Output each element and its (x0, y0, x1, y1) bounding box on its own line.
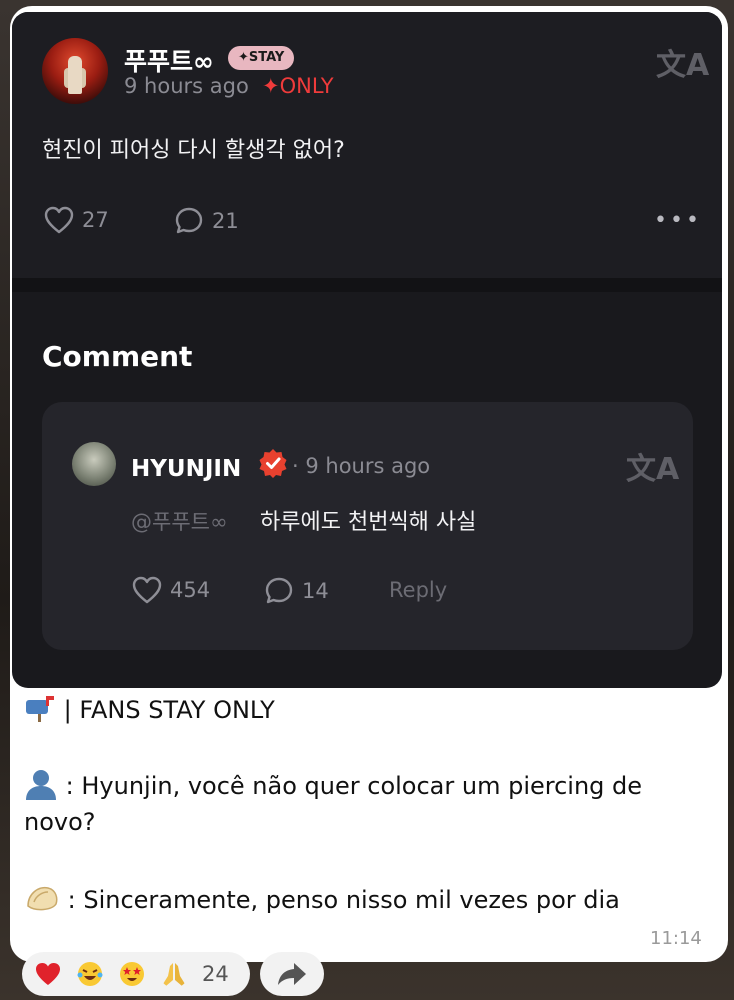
comment-card: HYUNJIN · 9 hours ago 文A @푸푸트∞ 하루에도 천번씩해… (42, 402, 693, 650)
heart-emoji-icon[interactable] (34, 960, 62, 988)
only-label: ✦ONLY (262, 74, 334, 98)
caption-line-1: | FANS STAY ONLY (24, 692, 275, 728)
dumpling-emoji-icon (24, 882, 60, 912)
message-bubble: 푸푸트∞ ✦STAY 9 hours ago ✦ONLY 文A 현진이 피어싱 … (10, 6, 728, 962)
reaction-bar[interactable]: 24 (22, 952, 250, 996)
post-time: 9 hours ago (124, 74, 249, 98)
post-card: 푸푸트∞ ✦STAY 9 hours ago ✦ONLY 文A 현진이 피어싱 … (12, 12, 722, 278)
comment-time: · 9 hours ago (292, 454, 431, 478)
comment-icon (265, 577, 293, 604)
laughing-emoji-icon[interactable] (76, 960, 104, 988)
post-like-button[interactable]: 27 (44, 206, 109, 234)
mailbox-emoji-icon (24, 694, 56, 722)
reaction-count: 24 (202, 962, 229, 986)
comment-like-count: 454 (170, 578, 211, 602)
section-divider (12, 278, 722, 292)
forward-arrow-icon (278, 963, 306, 985)
author-avatar (42, 38, 108, 104)
reply-button[interactable]: Reply (389, 578, 447, 602)
verified-badge-icon (259, 449, 287, 478)
message-time: 11:14 (650, 928, 702, 949)
comment-icon (175, 207, 203, 234)
heart-icon (44, 206, 74, 234)
post-comment-count: 21 (212, 209, 239, 233)
caption-line-3: : Sinceramente, penso nisso mil vezes po… (24, 882, 620, 918)
comment-heading: Comment (42, 340, 193, 373)
forward-button[interactable] (260, 952, 324, 996)
comment-reply-count-button[interactable]: 14 (264, 576, 329, 606)
author-name[interactable]: 푸푸트∞ (124, 42, 214, 78)
post-comment-button[interactable]: 21 (174, 206, 239, 236)
more-options-icon[interactable]: ••• (654, 208, 702, 233)
post-like-count: 27 (82, 208, 109, 232)
stay-badge: ✦STAY (228, 46, 295, 70)
comment-like-button[interactable]: 454 (132, 576, 210, 604)
star-struck-emoji-icon[interactable] (118, 960, 146, 988)
silhouette-emoji-icon (24, 768, 58, 800)
translate-icon[interactable]: 文A (656, 40, 709, 84)
caption-line-2: : Hyunjin, você não quer colocar um pier… (24, 768, 642, 840)
comment-mention[interactable]: @푸푸트∞ (131, 506, 227, 536)
commenter-name[interactable]: HYUNJIN (131, 456, 241, 482)
comment-reply-count: 14 (302, 579, 329, 603)
post-text: 현진이 피어싱 다시 할생각 없어? (42, 138, 345, 163)
comment-text: 하루에도 천번씩해 사실 (260, 510, 477, 535)
folded-hands-emoji-icon[interactable] (160, 960, 188, 988)
comment-translate-icon[interactable]: 文A (626, 444, 679, 488)
heart-icon (132, 576, 162, 604)
commenter-avatar[interactable] (72, 442, 116, 486)
post-screenshot: 푸푸트∞ ✦STAY 9 hours ago ✦ONLY 文A 현진이 피어싱 … (12, 12, 722, 688)
